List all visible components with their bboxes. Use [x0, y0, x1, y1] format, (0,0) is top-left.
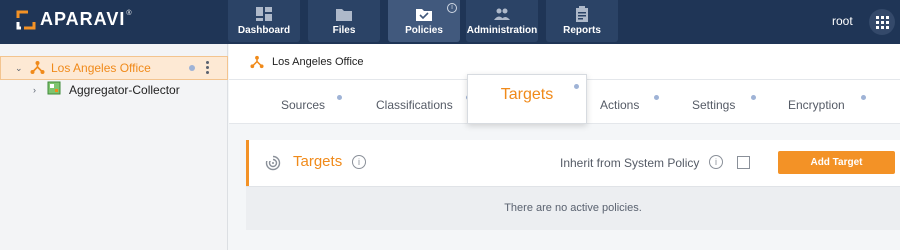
chevron-down-icon[interactable]: ⌄ [15, 63, 23, 74]
radar-target-icon [265, 155, 281, 171]
empty-state-message: There are no active policies. [504, 202, 642, 214]
tree-item-aggregator-collector[interactable]: › Aggregator-Collector [0, 78, 228, 102]
main-content: Los Angeles Office Sources Classificatio… [229, 44, 900, 250]
tab-status-dot [751, 95, 756, 100]
nav-dashboard[interactable]: Dashboard [228, 0, 300, 42]
sidebar-tree: ⌄ Los Angeles Office › Aggregator-Collec… [0, 44, 228, 250]
info-icon[interactable]: i [709, 155, 723, 169]
network-node-icon [250, 55, 264, 69]
dashboard-icon [256, 7, 272, 21]
apps-grid-button[interactable] [869, 9, 895, 35]
network-node-icon [30, 61, 45, 74]
tab-sources[interactable]: Sources [281, 98, 325, 112]
logo-mark-icon [16, 10, 36, 29]
tab-actions[interactable]: Actions [600, 98, 639, 112]
tree-item-los-angeles-office[interactable]: ⌄ Los Angeles Office [0, 56, 228, 80]
tab-targets-label: Targets [500, 86, 554, 103]
info-icon[interactable]: i [447, 3, 457, 13]
nav-reports[interactable]: Reports [546, 0, 618, 42]
registered-mark: ® [126, 10, 132, 17]
tab-targets[interactable]: Targets [467, 74, 587, 124]
nav-administration[interactable]: Administration [466, 0, 538, 42]
top-navigation-bar: APARAVI ® Dashboard Files Policies i Adm… [0, 0, 900, 44]
nav-label: Administration [466, 25, 538, 36]
nav-label: Reports [563, 25, 601, 36]
nav-files[interactable]: Files [308, 0, 380, 42]
targets-card: Targets i Inherit from System Policy i A… [246, 140, 900, 186]
aggregator-icon [47, 81, 61, 95]
clipboard-icon [576, 6, 588, 22]
nav-label: Policies [405, 25, 443, 36]
folder-icon [336, 9, 352, 21]
tab-status-dot [654, 95, 659, 100]
tab-settings[interactable]: Settings [692, 98, 735, 112]
nav-policies[interactable]: Policies i [388, 0, 460, 42]
user-menu[interactable]: root [832, 14, 853, 28]
nav-label: Files [332, 25, 356, 36]
policies-folder-icon [416, 9, 432, 21]
users-icon [494, 8, 510, 20]
tree-item-label: Los Angeles Office [51, 61, 151, 75]
chevron-right-icon[interactable]: › [33, 85, 36, 95]
inherit-label: Inherit from System Policy [560, 156, 700, 170]
nav-label: Dashboard [237, 25, 291, 36]
tab-status-dot [574, 84, 579, 89]
brand-name: APARAVI [40, 9, 126, 29]
add-target-button[interactable]: Add Target [778, 151, 895, 174]
card-title: Targets [293, 153, 343, 170]
breadcrumb-label: Los Angeles Office [272, 56, 364, 68]
tab-classifications[interactable]: Classifications [376, 98, 453, 112]
inherit-checkbox[interactable] [737, 156, 750, 169]
tab-status-dot [861, 95, 866, 100]
tab-status-dot [337, 95, 342, 100]
aparavi-logo[interactable]: APARAVI ® [16, 9, 132, 30]
status-dot [189, 65, 195, 71]
empty-state-panel: There are no active policies. [246, 186, 900, 230]
more-vertical-icon[interactable] [206, 61, 209, 75]
info-icon[interactable]: i [352, 155, 366, 169]
tree-item-label: Aggregator-Collector [69, 83, 180, 97]
tab-encryption[interactable]: Encryption [788, 98, 845, 112]
